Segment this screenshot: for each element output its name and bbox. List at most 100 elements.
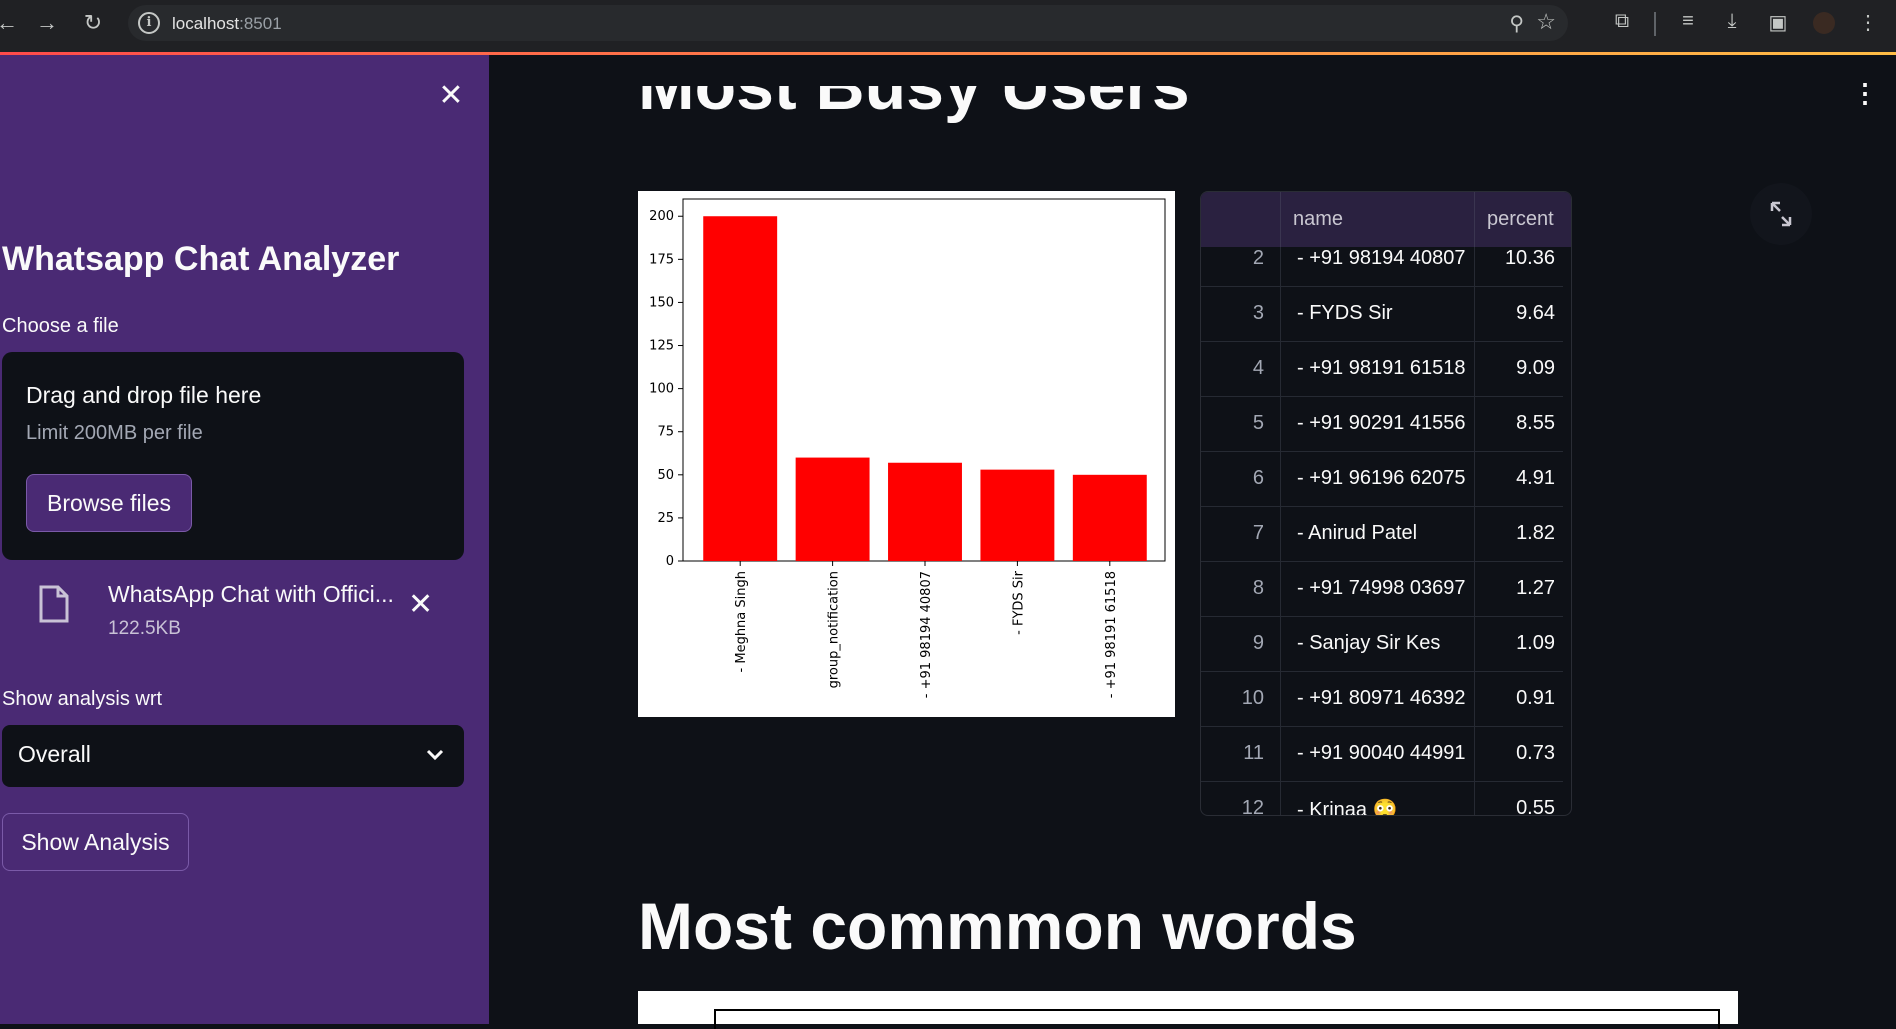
- avatar[interactable]: [1810, 12, 1838, 40]
- y-tick-label: 50: [657, 468, 674, 483]
- row-percent: 0.91: [1516, 687, 1555, 709]
- fullscreen-button[interactable]: [1750, 183, 1812, 245]
- row-index: 5: [1201, 397, 1281, 452]
- x-tick-label: - Meghna Singh: [734, 571, 749, 672]
- forward-icon[interactable]: →: [34, 10, 60, 36]
- table-row[interactable]: 5- +91 90291 41556 8.55: [1201, 397, 1563, 452]
- row-name: - +91 90040 44991: [1281, 727, 1475, 782]
- row-index: 9: [1201, 617, 1281, 672]
- table-row[interactable]: 10- +91 80971 46392 0.91: [1201, 672, 1563, 727]
- chart-frame: [714, 1009, 1720, 1029]
- y-tick-label: 25: [657, 511, 674, 526]
- row-name: - +91 98194 40807: [1281, 247, 1475, 287]
- y-tick-label: 0: [666, 554, 674, 569]
- row-name: - +91 74998 03697: [1281, 562, 1475, 617]
- table-row[interactable]: 9- Sanjay Sir Kes 1.09: [1201, 617, 1563, 672]
- heading-most-busy-users: Most Busy Users: [638, 86, 1190, 124]
- sidepanel-icon[interactable]: ▣: [1764, 10, 1792, 35]
- info-icon[interactable]: i: [138, 12, 160, 34]
- y-tick-label: 175: [649, 252, 674, 267]
- star-icon[interactable]: ☆: [1536, 9, 1556, 35]
- row-index: 10: [1201, 672, 1281, 727]
- row-name: - +91 80971 46392: [1281, 672, 1475, 727]
- row-index: 7: [1201, 507, 1281, 562]
- x-tick-label: - +91 98191 61518: [1104, 571, 1119, 698]
- row-percent: 1.27: [1516, 577, 1555, 599]
- table-row[interactable]: 7- Anirud Patel 1.82: [1201, 507, 1563, 562]
- row-name: - FYDS Sir: [1281, 287, 1475, 342]
- y-tick-label: 100: [649, 382, 674, 397]
- bar: [888, 462, 962, 561]
- row-index: 2: [1201, 247, 1281, 287]
- row-percent: 0.55: [1516, 797, 1555, 816]
- row-percent: 0.73: [1516, 742, 1555, 764]
- busy-users-chart: 0 25 50 75 100 125 150 175 200 - Meghna Singh grou…: [638, 191, 1175, 717]
- uploaded-file: WhatsApp Chat with Offici... 122.5KB ✕: [2, 575, 464, 655]
- dropzone-title: Drag and drop file here: [26, 382, 262, 408]
- y-tick-label: 125: [649, 339, 674, 354]
- extensions-icon[interactable]: ⧉: [1608, 10, 1636, 33]
- y-tick-label: 200: [649, 209, 674, 224]
- common-words-chart: [638, 991, 1738, 1029]
- browser-toolbar: ← → ↻ i localhost:8501 ⚲ ☆ ⧉ ≡ ⤓ ▣ ⋮: [0, 0, 1896, 54]
- row-name: - +91 96196 62075: [1281, 452, 1475, 507]
- header-name[interactable]: name: [1281, 192, 1475, 247]
- row-name: - Krinaa 😳: [1281, 782, 1475, 815]
- table-body: 2- +91 98194 40807 10.36 3- FYDS Sir 9.64 4-…: [1201, 247, 1571, 816]
- row-name: - +91 98191 61518: [1281, 342, 1475, 397]
- file-icon: [39, 585, 69, 623]
- back-icon[interactable]: ←: [0, 10, 20, 36]
- dropzone-limit: Limit 200MB per file: [26, 422, 203, 444]
- sidebar-title: Whatsapp Chat Analyzer: [2, 240, 400, 278]
- row-index: 12: [1201, 782, 1281, 815]
- reload-icon[interactable]: ↻: [80, 10, 106, 36]
- file-name: WhatsApp Chat with Offici...: [108, 581, 394, 607]
- zoom-icon[interactable]: ⚲: [1509, 11, 1524, 36]
- bar: [980, 469, 1055, 561]
- file-dropzone[interactable]: Drag and drop file here Limit 200MB per …: [2, 352, 464, 560]
- table-row[interactable]: 8- +91 74998 03697 1.27: [1201, 562, 1563, 617]
- close-sidebar-icon[interactable]: ✕: [436, 81, 466, 111]
- row-percent: 9.64: [1516, 302, 1555, 324]
- busy-users-table[interactable]: name percent 2- +91 98194 40807 10.36 3- F…: [1200, 191, 1572, 816]
- x-tick-label: - +91 98194 40807: [919, 571, 934, 698]
- select-value: Overall: [18, 741, 91, 767]
- table-row[interactable]: 11- +91 90040 44991 0.73: [1201, 727, 1563, 782]
- row-percent: 1.09: [1516, 632, 1555, 654]
- bar: [795, 457, 870, 561]
- row-percent: 8.55: [1516, 412, 1555, 434]
- row-index: 8: [1201, 562, 1281, 617]
- y-tick-label: 75: [657, 425, 674, 440]
- table-row[interactable]: 12- Krinaa 😳 0.55: [1201, 782, 1563, 816]
- table-row[interactable]: 2- +91 98194 40807 10.36: [1201, 247, 1563, 287]
- table-header: name percent: [1201, 192, 1571, 247]
- row-index: 3: [1201, 287, 1281, 342]
- file-size: 122.5KB: [108, 618, 181, 639]
- y-tick-label: 150: [649, 295, 674, 310]
- x-tick-label: - FYDS Sir: [1011, 570, 1026, 635]
- table-row[interactable]: 6- +91 96196 62075 4.91: [1201, 452, 1563, 507]
- row-percent: 9.09: [1516, 357, 1555, 379]
- bar: [1072, 474, 1147, 561]
- header-percent[interactable]: percent: [1475, 192, 1571, 247]
- remove-file-icon[interactable]: ✕: [408, 587, 433, 622]
- address-bar[interactable]: i localhost:8501 ⚲ ☆: [128, 5, 1568, 41]
- row-percent: 10.36: [1504, 247, 1555, 269]
- app-menu-icon[interactable]: ⋮: [1852, 80, 1878, 106]
- table-row[interactable]: 4- +91 98191 61518 9.09: [1201, 342, 1563, 397]
- bar-chart-svg: 0 25 50 75 100 125 150 175 200 - Meghna Singh grou…: [649, 198, 1166, 698]
- sidebar: ✕ Whatsapp Chat Analyzer Choose a file D…: [0, 55, 489, 1024]
- row-index: 6: [1201, 452, 1281, 507]
- download-icon[interactable]: ⤓: [1718, 10, 1746, 33]
- x-tick-label: group_notification: [827, 571, 842, 688]
- row-percent: 1.82: [1516, 522, 1555, 544]
- expand-icon: [1770, 201, 1792, 227]
- show-analysis-button[interactable]: Show Analysis: [2, 813, 189, 871]
- table-row[interactable]: 3- FYDS Sir 9.64: [1201, 287, 1563, 342]
- row-percent: 4.91: [1516, 467, 1555, 489]
- heading-most-common-words: Most commmon words: [638, 889, 1357, 963]
- menu-icon[interactable]: ⋮: [1854, 10, 1882, 35]
- media-icon[interactable]: ≡: [1674, 10, 1702, 33]
- browse-files-button[interactable]: Browse files: [26, 474, 192, 532]
- analysis-select[interactable]: Overall: [2, 725, 464, 787]
